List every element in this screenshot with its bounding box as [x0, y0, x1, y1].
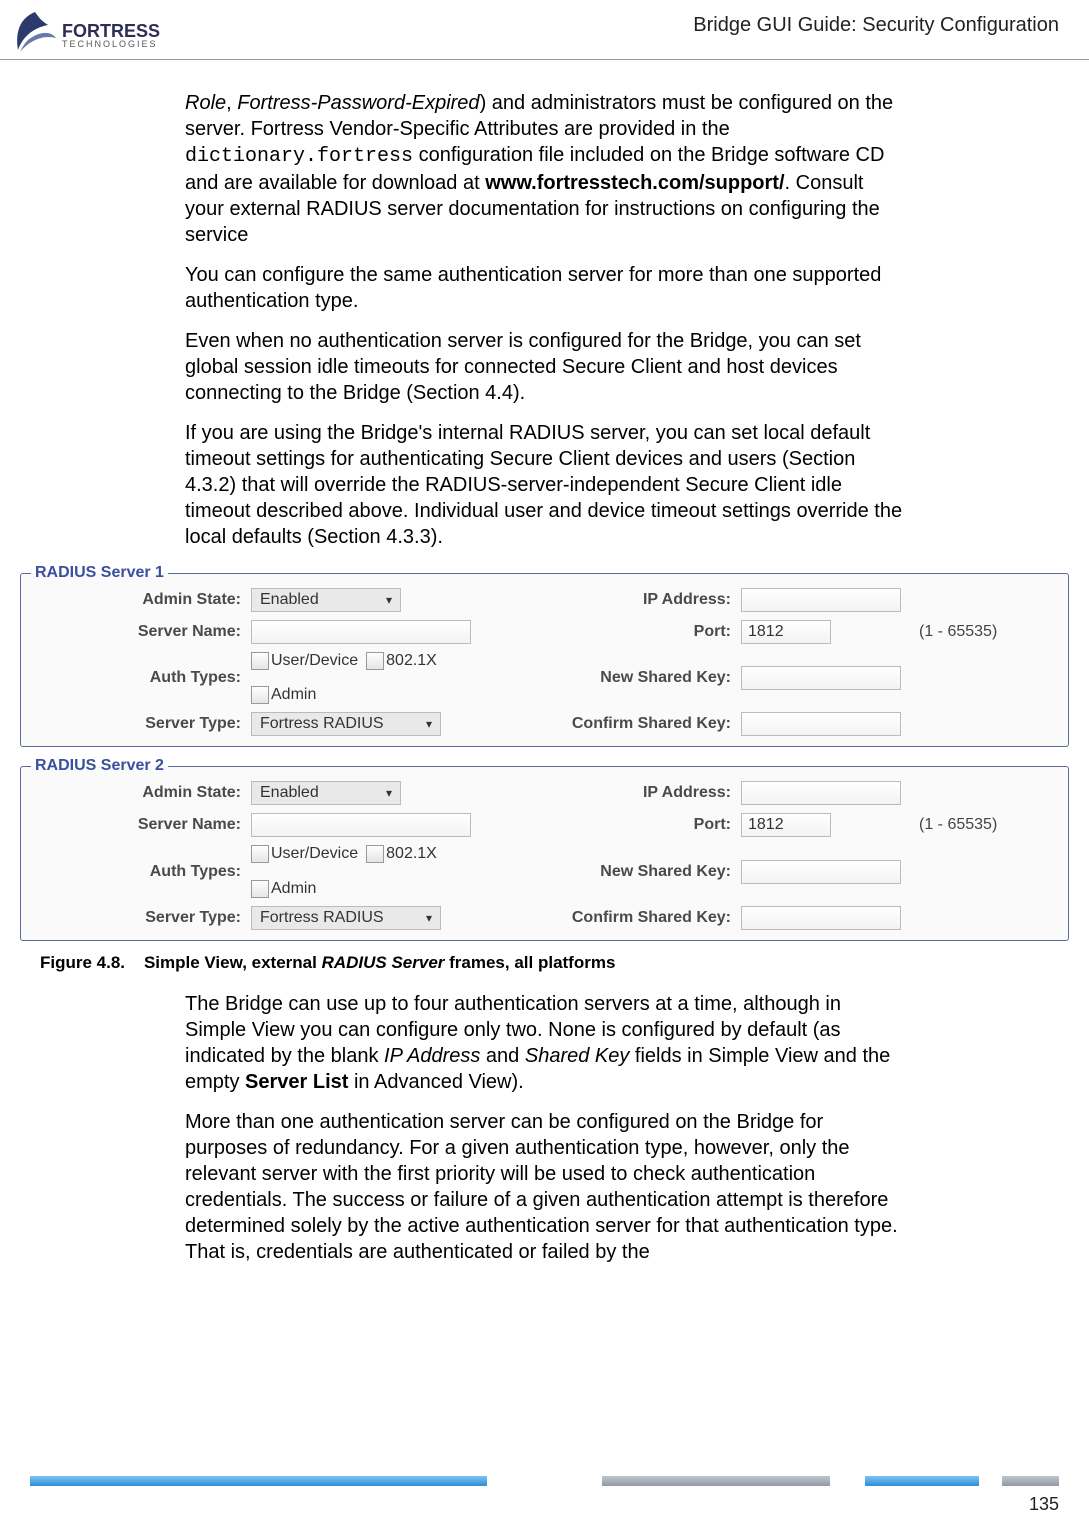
ip-address-input[interactable]: [741, 781, 901, 805]
server-type-value: Fortress RADIUS: [260, 909, 384, 927]
text: and: [480, 1045, 524, 1067]
label-server-name: Server Name:: [31, 816, 251, 834]
label-confirm-shared-key: Confirm Shared Key:: [521, 909, 741, 927]
port-input[interactable]: 1812: [741, 813, 831, 837]
new-shared-key-input[interactable]: [741, 860, 901, 884]
dropdown-arrow-icon: ▾: [386, 786, 392, 800]
checkbox-user-device[interactable]: [251, 845, 269, 863]
body-paragraph: Role, Fortress-Password-Expired) and adm…: [185, 90, 904, 248]
page-header: FORTRESS TECHNOLOGIES Bridge GUI Guide: …: [0, 0, 1089, 60]
page-title: Bridge GUI Guide: Security Configuration: [693, 10, 1059, 37]
admin-state-select[interactable]: Enabled ▾: [251, 588, 401, 612]
server-type-select[interactable]: Fortress RADIUS ▾: [251, 906, 441, 930]
footer-bar: [30, 1476, 1059, 1486]
logo-sub-text: TECHNOLOGIES: [62, 40, 160, 49]
label-server-type: Server Type:: [31, 909, 251, 927]
text-role: Role: [185, 92, 226, 114]
figure-number: Figure 4.8.: [40, 953, 125, 972]
server-type-value: Fortress RADIUS: [260, 715, 384, 733]
label-admin-state: Admin State:: [31, 591, 251, 609]
figure-caption: Figure 4.8. Simple View, external RADIUS…: [40, 953, 1069, 973]
port-input[interactable]: 1812: [741, 620, 831, 644]
text: ,: [226, 92, 237, 114]
label-new-shared-key: New Shared Key:: [521, 863, 741, 881]
logo-main-text: FORTRESS: [62, 22, 160, 40]
logo-icon: [10, 10, 60, 60]
new-shared-key-input[interactable]: [741, 666, 901, 690]
label-admin-state: Admin State:: [31, 784, 251, 802]
label-port: Port:: [521, 623, 741, 641]
text-italic: Shared Key: [525, 1045, 630, 1067]
figure-text: Simple View, external: [144, 953, 322, 972]
cb-label: User/Device: [271, 652, 358, 669]
figure-italic: RADIUS Server: [322, 953, 445, 972]
figure-text: frames, all platforms: [444, 953, 615, 972]
cb-label: User/Device: [271, 846, 358, 863]
port-hint: (1 - 65535): [911, 816, 1058, 834]
body-paragraph: If you are using the Bridge's internal R…: [185, 420, 904, 550]
ip-address-input[interactable]: [741, 588, 901, 612]
label-ip-address: IP Address:: [521, 591, 741, 609]
cb-label: 802.1X: [386, 652, 437, 669]
page-number: 135: [0, 1494, 1089, 1515]
port-hint: (1 - 65535): [911, 623, 1058, 641]
label-auth-types: Auth Types:: [31, 669, 251, 687]
logo: FORTRESS TECHNOLOGIES: [10, 10, 160, 60]
dropdown-arrow-icon: ▾: [386, 593, 392, 607]
text-fpe: Fortress-Password-Expired: [237, 92, 479, 114]
confirm-shared-key-input[interactable]: [741, 712, 901, 736]
text-italic: IP Address: [384, 1045, 480, 1067]
text-mono: dictionary.fortress: [185, 145, 413, 168]
server-name-input[interactable]: [251, 620, 471, 644]
text: in Advanced View).: [348, 1071, 523, 1093]
cb-label: 802.1X: [386, 846, 437, 863]
body-paragraph: More than one authentication server can …: [185, 1109, 904, 1265]
admin-state-value: Enabled: [260, 591, 319, 609]
body-paragraph: The Bridge can use up to four authentica…: [185, 991, 904, 1095]
radius-legend: RADIUS Server 2: [31, 757, 168, 775]
checkbox-8021x[interactable]: [366, 652, 384, 670]
text-url: www.fortresstech.com/support/: [485, 172, 784, 194]
figure-screenshot: RADIUS Server 1 Admin State: Enabled ▾ I…: [20, 564, 1069, 941]
label-server-name: Server Name:: [31, 623, 251, 641]
server-type-select[interactable]: Fortress RADIUS ▾: [251, 712, 441, 736]
radius-legend: RADIUS Server 1: [31, 564, 168, 582]
cb-label: Admin: [271, 686, 316, 703]
label-auth-types: Auth Types:: [31, 863, 251, 881]
text-bold: Server List: [245, 1071, 348, 1093]
body-paragraph: You can configure the same authenticatio…: [185, 262, 904, 314]
label-ip-address: IP Address:: [521, 784, 741, 802]
confirm-shared-key-input[interactable]: [741, 906, 901, 930]
radius-server-1: RADIUS Server 1 Admin State: Enabled ▾ I…: [20, 564, 1069, 747]
label-port: Port:: [521, 816, 741, 834]
checkbox-user-device[interactable]: [251, 652, 269, 670]
radius-server-2: RADIUS Server 2 Admin State: Enabled ▾ I…: [20, 757, 1069, 940]
page-footer: 135: [0, 1476, 1089, 1515]
body-paragraph: Even when no authentication server is co…: [185, 328, 904, 406]
checkbox-8021x[interactable]: [366, 845, 384, 863]
label-new-shared-key: New Shared Key:: [521, 669, 741, 687]
cb-label: Admin: [271, 880, 316, 897]
checkbox-admin[interactable]: [251, 686, 269, 704]
dropdown-arrow-icon: ▾: [426, 717, 432, 731]
label-confirm-shared-key: Confirm Shared Key:: [521, 715, 741, 733]
admin-state-value: Enabled: [260, 784, 319, 802]
server-name-input[interactable]: [251, 813, 471, 837]
checkbox-admin[interactable]: [251, 880, 269, 898]
dropdown-arrow-icon: ▾: [426, 911, 432, 925]
label-server-type: Server Type:: [31, 715, 251, 733]
admin-state-select[interactable]: Enabled ▾: [251, 781, 401, 805]
